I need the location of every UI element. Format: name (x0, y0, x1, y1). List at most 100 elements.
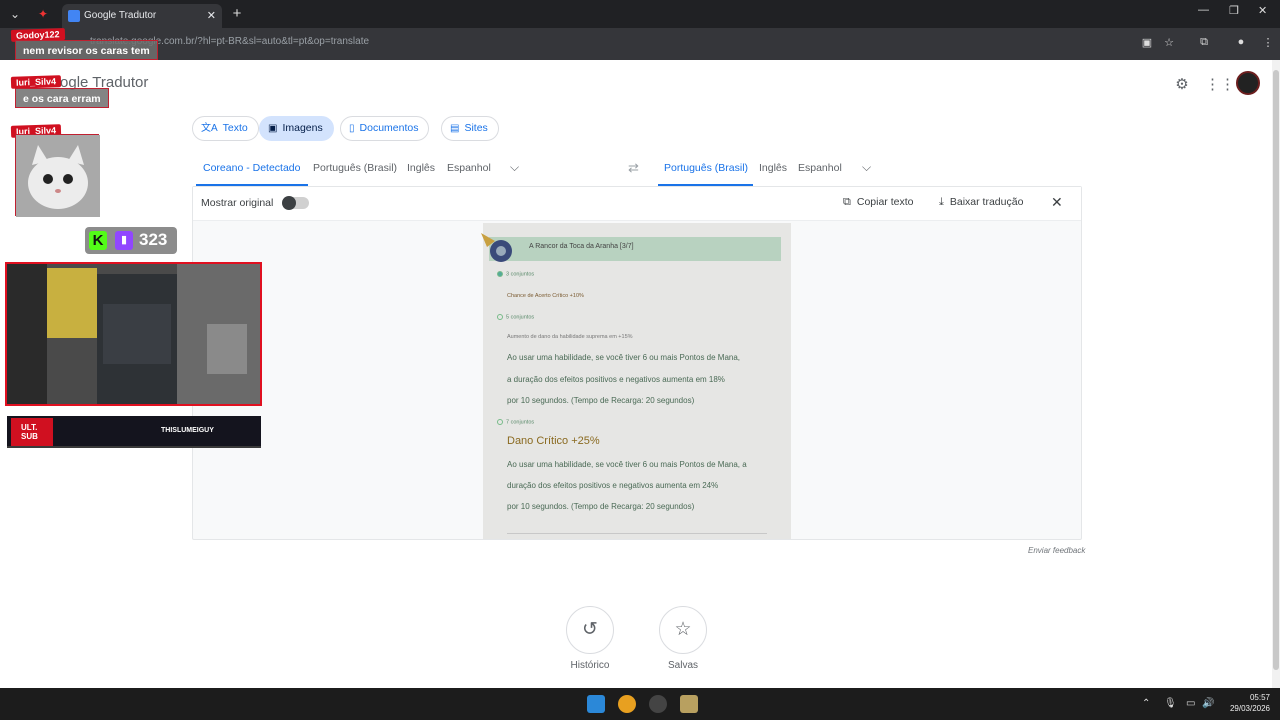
set-7-line-2: duração dos efeitos positivos e negativo… (507, 481, 719, 490)
close-icon[interactable]: ✕ (1051, 194, 1063, 211)
web-icon: ▤ (450, 123, 460, 134)
last-sub-name: THISLUMEIGUY (161, 427, 214, 434)
set-5-line-2: a duração dos efeitos positivos e negati… (507, 375, 725, 384)
clock-time: 05:57 (1249, 693, 1270, 702)
clock[interactable]: 05:57 29/03/2026 (1222, 692, 1270, 714)
history-label: Histórico (570, 660, 610, 671)
follower-counter: K ▮ 323 (85, 227, 177, 254)
tray-chevron-icon[interactable]: ⌃ (1142, 698, 1150, 709)
browser-tabbar: ⌄ ✦ Google Tradutor ✕ + — ❐ ✕ (0, 0, 1280, 28)
minimize-icon[interactable]: — (1198, 4, 1209, 16)
history-button[interactable]: ↺ (566, 606, 614, 654)
twitch-icon: ▮ (115, 231, 133, 250)
chat-sticker-image (15, 134, 100, 217)
address-bar: translate.google.com.br/?hl=pt-BR&sl=aut… (0, 28, 1280, 60)
source-lang-detected[interactable]: Coreano - Detectado (203, 162, 300, 174)
chat-username: Iuri_Silv4 (10, 75, 62, 89)
new-tab-icon[interactable]: + (228, 5, 246, 23)
translated-image: A Rancor da Toca da Aranha [3/7] 3 conju… (481, 223, 791, 539)
set-emblem-icon (481, 233, 512, 262)
scrollbar-thumb[interactable] (1273, 70, 1279, 670)
download-translation-button[interactable]: ⤓ Baixar tradução (939, 196, 1023, 209)
set-3-effect: Chance de Acerto Crítico +10% (507, 293, 584, 299)
pinned-tab-icon[interactable]: ✦ (34, 5, 52, 23)
show-original-label: Mostrar original (201, 197, 274, 209)
saved-label: Salvas (667, 660, 698, 671)
toggle-knob (282, 196, 296, 210)
tab-title: Google Tradutor (84, 10, 157, 21)
extensions-icon[interactable]: ⧉ (1196, 36, 1212, 49)
check-icon (497, 271, 503, 277)
set-7-line-1: Ao usar uma habilidade, se você tiver 6 … (507, 460, 747, 469)
download-label: Baixar tradução (949, 196, 1024, 208)
tab-documentos-label: Documentos (359, 122, 419, 134)
image-translation-panel: Mostrar original ⧉ Copiar texto ⤓ Baixar t… (192, 186, 1082, 540)
clock-date: 29/03/2026 (1229, 704, 1270, 713)
set-header-text: A Rancor da Toca da Aranha [3/7] (529, 243, 634, 250)
target-lang-portuguese[interactable]: Português (Brasil) (664, 162, 748, 174)
set-3-text: 3 conjuntos (506, 271, 535, 278)
obs-icon[interactable] (649, 695, 667, 713)
last-sub-banner: ULT. SUB THISLUMEIGUY (7, 416, 261, 448)
app-icon[interactable] (680, 695, 698, 713)
tab-sites-label: Sites (464, 122, 488, 134)
source-lang-portuguese[interactable]: Português (Brasil) (313, 162, 397, 174)
restore-icon[interactable]: ❐ (1229, 4, 1239, 17)
panel-toolbar: Mostrar original ⧉ Copiar texto ⤓ Baixar t… (193, 187, 1081, 221)
set-7-text: 7 conjuntos (506, 419, 535, 426)
swap-languages-icon[interactable]: ⇄ (628, 160, 639, 176)
copy-text-label: Copiar texto (856, 196, 914, 208)
kick-icon: K (89, 231, 107, 250)
tab-documentos[interactable]: ▯ Documentos (340, 116, 430, 141)
tab-search-icon[interactable]: ⌄ (6, 5, 24, 23)
target-more-chevron-icon[interactable]: ⌵ (862, 160, 871, 175)
history-icon: ↺ (582, 619, 598, 640)
target-lang-spanish[interactable]: Espanhol (798, 162, 842, 174)
close-tab-icon[interactable]: ✕ (207, 4, 216, 28)
copy-text-button[interactable]: ⧉ Copiar texto (843, 196, 913, 209)
set-7-title: Dano Crítico +25% (507, 435, 600, 447)
microphone-icon[interactable]: 🎙 (1164, 698, 1177, 709)
webcam-feed (5, 262, 262, 406)
star-icon: ☆ (674, 619, 692, 640)
profile-icon[interactable]: ● (1233, 36, 1249, 48)
translate-favicon-icon (68, 10, 80, 22)
menu-dots-icon[interactable]: ⋮ (1260, 36, 1276, 49)
tab-texto[interactable]: 文A Texto (192, 116, 259, 141)
source-lang-english[interactable]: Inglês (407, 162, 435, 174)
copy-icon: ⧉ (843, 196, 851, 208)
set-5-effect: Aumento de dano da habilidade suprema em… (507, 334, 633, 340)
source-more-chevron-icon[interactable]: ⌵ (510, 160, 519, 175)
send-feedback-link[interactable]: Enviar feedback (1028, 546, 1085, 555)
chat-message: nem revisor os caras tem (15, 40, 158, 60)
translate-icon: 文A (201, 123, 218, 134)
browser-tab[interactable]: Google Tradutor ✕ (62, 4, 222, 28)
follower-count: 323 (139, 230, 168, 249)
saved-button[interactable]: ☆ (659, 606, 707, 654)
windows-taskbar: ⌃ 🎙 ▭ 🔊 05:57 29/03/2026 (0, 688, 1280, 720)
network-icon[interactable]: ▭ (1186, 698, 1195, 709)
windows-start-icon[interactable] (587, 695, 605, 713)
chrome-icon[interactable] (618, 695, 636, 713)
target-lang-english[interactable]: Inglês (759, 162, 787, 174)
last-sub-label: ULT. SUB (11, 418, 53, 446)
settings-gear-icon[interactable]: ⚙ (1173, 76, 1191, 94)
set-7-label: 7 conjuntos (497, 419, 534, 425)
source-lang-spanish[interactable]: Espanhol (447, 162, 491, 174)
set-5-line-1: Ao usar uma habilidade, se você tiver 6 … (507, 353, 741, 362)
avatar[interactable] (1236, 71, 1260, 95)
bookmark-star-icon[interactable]: ☆ (1161, 36, 1177, 49)
set-5-text: 5 conjuntos (506, 314, 535, 321)
volume-icon[interactable]: 🔊 (1202, 698, 1214, 709)
tab-sites[interactable]: ▤ Sites (441, 116, 499, 141)
set-3-label: 3 conjuntos (497, 271, 534, 277)
tab-imagens[interactable]: ▣ Imagens (259, 116, 334, 141)
set-5-label: 5 conjuntos (497, 314, 534, 320)
close-window-icon[interactable]: ✕ (1258, 4, 1267, 17)
chat-message: e os cara erram (15, 88, 109, 108)
apps-grid-icon[interactable]: ⋮⋮ (1205, 76, 1235, 94)
show-original-toggle[interactable] (282, 196, 309, 210)
install-app-icon[interactable]: ▣ (1139, 36, 1155, 49)
page-scrollbar[interactable] (1272, 60, 1280, 688)
divider (507, 533, 767, 534)
